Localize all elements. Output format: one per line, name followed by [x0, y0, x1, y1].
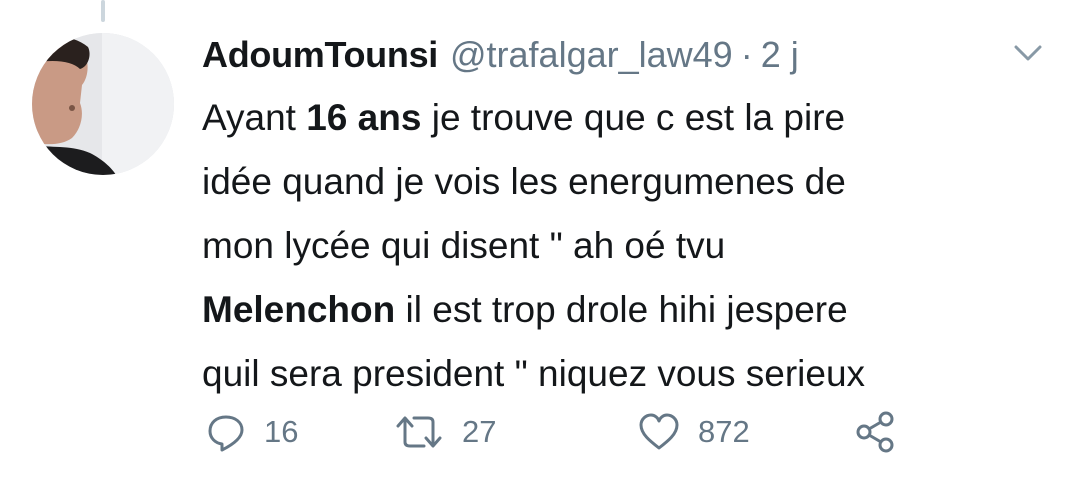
- separator-dot: ·: [740, 34, 753, 75]
- reply-count: 16: [264, 414, 299, 449]
- tweet-text: Ayant 16 ans je trouve que c est la pire…: [202, 86, 1062, 406]
- retweet-button[interactable]: 27: [394, 408, 496, 456]
- tweet-text-line: mon lycée qui disent " ah oé tvu: [202, 214, 1062, 278]
- tweet-text-line: Ayant 16 ans je trouve que c est la pire: [202, 86, 1062, 150]
- tweet-text-line: Melenchon il est trop drole hihi jespere: [202, 278, 1062, 342]
- share-icon: [856, 411, 894, 453]
- tweet-header: AdoumTounsi @trafalgar_law49 · 2 j: [202, 30, 799, 80]
- author-handle[interactable]: @trafalgar_law49: [450, 30, 733, 80]
- reply-icon: [208, 415, 244, 452]
- tweet-text-line: idée quand je vois les energumenes de: [202, 150, 1062, 214]
- tweet-text-line: quil sera president " niquez vous serieu…: [202, 342, 1062, 406]
- heart-icon: [639, 413, 679, 450]
- timestamp[interactable]: 2 j: [761, 30, 799, 80]
- tweet-actions: 16 27 872: [206, 408, 926, 456]
- tweet-text-segment: mon lycée qui disent " ah oé tvu: [202, 225, 726, 266]
- like-button[interactable]: 872: [638, 408, 750, 456]
- tweet-text-bold: 16 ans: [306, 97, 422, 138]
- chevron-down-icon[interactable]: [1008, 38, 1048, 68]
- like-count: 872: [698, 414, 750, 449]
- tweet-text-segment: idée quand je vois les energumenes de: [202, 161, 846, 202]
- reply-button[interactable]: 16: [206, 408, 298, 456]
- tweet-text-segment: Ayant: [202, 97, 307, 138]
- tweet-text-segment: il est trop drole hihi jespere: [395, 289, 848, 330]
- share-button[interactable]: [854, 408, 898, 456]
- avatar-photo: [32, 33, 174, 175]
- tweet-text-bold: Melenchon: [202, 289, 396, 330]
- retweet-icon: [396, 416, 442, 448]
- tweet-text-segment: quil sera president " niquez vous serieu…: [202, 353, 866, 394]
- retweet-count: 27: [462, 414, 497, 449]
- tweet-text-segment: je trouve que c est la pire: [421, 97, 846, 138]
- thread-connector-line: [101, 0, 105, 22]
- author-name[interactable]: AdoumTounsi: [202, 30, 438, 80]
- avatar[interactable]: [32, 33, 174, 175]
